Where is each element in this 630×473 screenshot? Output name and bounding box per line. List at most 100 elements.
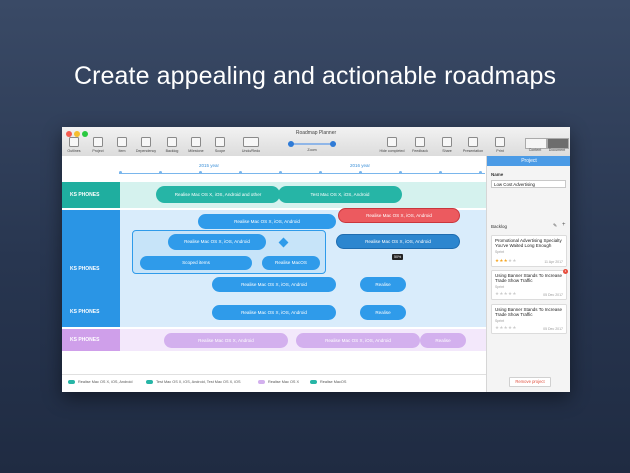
- print-button[interactable]: Print: [494, 137, 506, 153]
- legend-item: Test Mac OS X, iOS, Android, Test Mac OS…: [146, 380, 241, 384]
- card-title: Using Banner Stands To Increase Trade Sh…: [495, 307, 562, 318]
- undo-redo-button[interactable]: Undo/Redo: [239, 137, 263, 153]
- lane-body: Realise Mac OS X, Android Realise Mac OS…: [120, 329, 486, 351]
- timeline-tick: [239, 171, 242, 174]
- lane-ks-phones-3: KS PHONES Realise Mac OS X, iOS, Android…: [62, 301, 486, 323]
- legend-swatch: [258, 380, 265, 384]
- timeline-tick: [279, 171, 282, 174]
- legend-item: Realise Mac OS X: [258, 380, 299, 384]
- zoom-label: Zoom: [307, 148, 317, 152]
- remove-project-button[interactable]: Remove project: [509, 377, 551, 387]
- legend-swatch: [68, 380, 75, 384]
- progress-tag: 50%: [392, 254, 404, 260]
- timeline-tick: [119, 171, 122, 174]
- eye-icon: [387, 137, 397, 147]
- name-label: Name: [491, 172, 504, 177]
- project-name-input[interactable]: Low Cost Advertising: [491, 180, 566, 188]
- roadmap-item[interactable]: Realise: [420, 333, 466, 348]
- rating-stars: ★★★★★: [495, 325, 517, 330]
- roadmap-item[interactable]: Realise Mac OS X, iOS, Android: [168, 234, 266, 250]
- timeline-tick: [439, 171, 442, 174]
- lane-body: Realise Mac OS X, iOS, Android Realise: [120, 301, 486, 323]
- legend-swatch: [310, 380, 317, 384]
- timeline-header: 2015 year 2016 year: [62, 156, 486, 180]
- inspector-panel: Project Name Low Cost Advertising Backlo…: [486, 156, 570, 392]
- share-button[interactable]: Share: [440, 137, 454, 153]
- add-icon[interactable]: +: [562, 222, 566, 228]
- backlog-button[interactable]: Backlog: [163, 137, 181, 153]
- roadmap-item[interactable]: Realise Mac OS X, iOS, Android and other: [156, 186, 280, 203]
- item-button[interactable]: Item: [115, 137, 129, 153]
- card-date: 11 Apr 2017: [544, 260, 563, 264]
- titlebar: Roadmap Planner Outlines Project Item De…: [62, 127, 570, 157]
- hide-completed-button[interactable]: Hide completed: [378, 137, 406, 153]
- year-label-2016: 2016 year: [350, 163, 371, 168]
- milestone-button[interactable]: Milestone: [186, 137, 206, 153]
- legend: Realise Mac OS X, iOS, Android Test Mac …: [62, 374, 486, 392]
- card-sub: Sprint: [495, 284, 505, 289]
- dependency-button[interactable]: Dependency: [135, 137, 157, 153]
- feedback-button[interactable]: Feedback: [410, 137, 430, 153]
- timeline-tick: [399, 171, 402, 174]
- roadmap-item[interactable]: Realise MacOS: [262, 256, 320, 270]
- backlog-card[interactable]: Promotional Advertising Specialty You've…: [491, 235, 567, 267]
- roadmap-item[interactable]: Realise: [360, 277, 406, 292]
- lane-label[interactable]: KS PHONES: [62, 301, 120, 323]
- undo-icon: [243, 137, 259, 147]
- backlog-card[interactable]: 1 Using Banner Stands To Increase Trade …: [491, 269, 568, 300]
- roadmap-item[interactable]: Realise Mac OS X, Android: [164, 333, 288, 348]
- card-title: Promotional Advertising Specialty You've…: [495, 238, 562, 249]
- rating-stars: ★★★★★: [495, 258, 517, 263]
- roadmap-item[interactable]: Scoped items: [140, 256, 252, 270]
- notification-badge: 1: [563, 269, 568, 274]
- zoom-slider-end-handle[interactable]: [330, 141, 336, 147]
- lane-label[interactable]: KS PHONES: [62, 329, 120, 351]
- legend-swatch: [146, 380, 153, 384]
- card-sub: Sprint: [495, 318, 505, 323]
- lane-label[interactable]: KS PHONES: [62, 182, 120, 208]
- backlog-card[interactable]: Using Banner Stands To Increase Trade Sh…: [491, 304, 567, 334]
- milestone-icon: [191, 137, 201, 147]
- outlines-button[interactable]: Outlines: [66, 137, 82, 153]
- timeline-tick: [159, 171, 162, 174]
- roadmap-item[interactable]: Realise Mac OS X, iOS, Android: [198, 214, 336, 229]
- lane-ks-phones-1: KS PHONES Realise Mac OS X, iOS, Android…: [62, 182, 486, 208]
- feedback-icon: [415, 137, 425, 147]
- legend-item: Realise MacOS: [310, 380, 346, 384]
- timeline-tick: [319, 171, 322, 174]
- legend-item: Realise Mac OS X, iOS, Android: [68, 380, 132, 384]
- card-date: 05 Dec 2017: [543, 293, 563, 297]
- content-label: Content: [528, 148, 542, 152]
- roadmap-item[interactable]: Test Mac OS X, iOS, Android: [278, 186, 402, 203]
- headline: Create appealing and actionable roadmaps: [73, 62, 557, 90]
- roadmap-item[interactable]: Realise Mac OS X, iOS, Android: [212, 305, 336, 320]
- document-label: Document: [548, 148, 566, 152]
- zoom-slider[interactable]: [288, 143, 336, 145]
- project-button[interactable]: Project: [90, 137, 106, 153]
- roadmap-canvas[interactable]: 2015 year 2016 year KS PHONES Realise Ma…: [62, 156, 486, 392]
- roadmap-item-selected[interactable]: Realise Mac OS X, iOS, Android: [336, 234, 460, 249]
- year-label-2015: 2015 year: [199, 163, 220, 168]
- presentation-button[interactable]: Presentation: [460, 137, 486, 153]
- app-window: Roadmap Planner Outlines Project Item De…: [62, 127, 570, 392]
- share-icon: [442, 137, 452, 147]
- zoom-slider-start-handle[interactable]: [288, 141, 294, 147]
- card-sub: Sprint: [495, 249, 505, 254]
- timeline-tick: [479, 171, 482, 174]
- scope-button[interactable]: Scope: [212, 137, 228, 153]
- presentation-icon: [468, 137, 478, 147]
- lane-ks-phones-4: KS PHONES Realise Mac OS X, Android Real…: [62, 329, 486, 351]
- project-icon: [93, 137, 103, 147]
- roadmap-item[interactable]: Realise Mac OS X, iOS, Android: [338, 208, 460, 223]
- card-date: 05 Dec 2017: [543, 327, 563, 331]
- timeline-axis: [119, 173, 485, 174]
- panel-header: Project: [487, 156, 570, 166]
- roadmap-item[interactable]: Realise Mac OS X, iOS, Android: [296, 333, 420, 348]
- roadmap-item[interactable]: Realise Mac OS X, iOS, Android: [212, 277, 336, 292]
- roadmap-item[interactable]: Realise: [360, 305, 406, 320]
- edit-icon[interactable]: ✎: [553, 223, 557, 229]
- scope-icon: [215, 137, 225, 147]
- outlines-icon: [69, 137, 79, 147]
- card-title: Using Banner Stands To Increase Trade Sh…: [495, 273, 562, 284]
- timeline-tick: [199, 171, 202, 174]
